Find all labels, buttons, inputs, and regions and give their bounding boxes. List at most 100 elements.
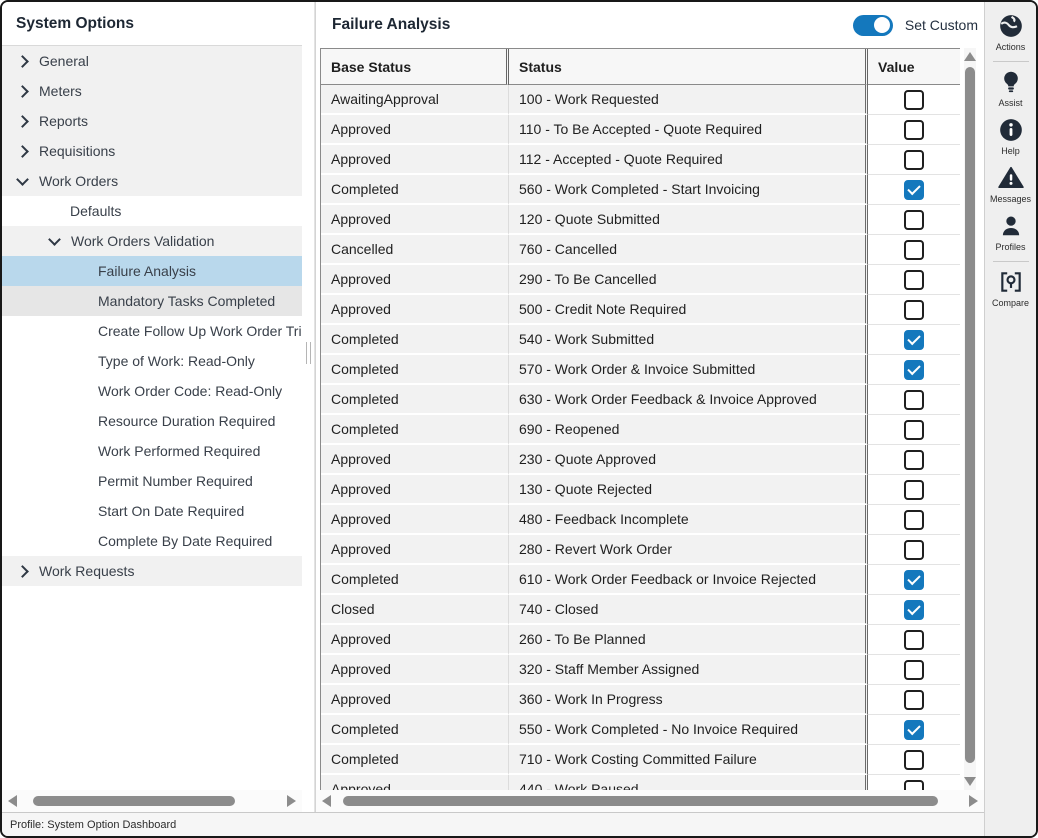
- scroll-up-icon[interactable]: [964, 52, 976, 61]
- value-cell: [868, 415, 960, 445]
- warning-icon: [998, 165, 1024, 191]
- base-status-cell: Approved: [321, 655, 509, 685]
- column-header-base-status[interactable]: Base Status: [321, 49, 509, 85]
- status-cell: 440 - Work Paused: [509, 775, 868, 790]
- value-checkbox[interactable]: [904, 600, 924, 620]
- tree-item-work-order-code-read-only[interactable]: Work Order Code: Read-Only: [2, 376, 302, 406]
- value-checkbox[interactable]: [904, 120, 924, 140]
- value-checkbox[interactable]: [904, 540, 924, 560]
- rail-assist[interactable]: Assist: [985, 66, 1036, 114]
- scroll-down-icon[interactable]: [964, 777, 976, 786]
- rail-help[interactable]: Help: [985, 114, 1036, 162]
- value-cell: [868, 535, 960, 565]
- rail-actions[interactable]: Actions: [985, 10, 1036, 58]
- base-status-cell: Completed: [321, 565, 509, 595]
- tree-item-label: Defaults: [70, 203, 121, 219]
- value-checkbox[interactable]: [904, 270, 924, 290]
- value-cell: [868, 745, 960, 775]
- tree-item-reports[interactable]: Reports: [2, 106, 302, 136]
- tree-item-complete-by-date-required[interactable]: Complete By Date Required: [2, 526, 302, 556]
- base-status-cell: Completed: [321, 355, 509, 385]
- value-checkbox[interactable]: [904, 180, 924, 200]
- person-icon: [998, 213, 1024, 239]
- base-status-cell: Approved: [321, 445, 509, 475]
- rail-messages[interactable]: Messages: [985, 162, 1036, 210]
- tree-item-work-performed-required[interactable]: Work Performed Required: [2, 436, 302, 466]
- tree-item-label: Create Follow Up Work Order Trigger: [98, 323, 302, 339]
- value-checkbox[interactable]: [904, 720, 924, 740]
- value-checkbox[interactable]: [904, 390, 924, 410]
- base-status-cell: Closed: [321, 595, 509, 625]
- sidebar-hscroll-track[interactable]: [23, 795, 281, 807]
- tree-item-work-requests[interactable]: Work Requests: [2, 556, 302, 586]
- scroll-right-icon[interactable]: [287, 795, 296, 807]
- value-checkbox[interactable]: [904, 90, 924, 110]
- table-hscroll-track[interactable]: [337, 795, 963, 807]
- failure-analysis-table: Base Status Status Value AwaitingApprova…: [320, 48, 960, 790]
- tree-item-label: Start On Date Required: [98, 503, 244, 519]
- tree-item-work-orders-validation[interactable]: Work Orders Validation: [2, 226, 302, 256]
- column-header-status[interactable]: Status: [509, 49, 868, 85]
- tree-item-work-orders[interactable]: Work Orders: [2, 166, 302, 196]
- vertical-scrollbar[interactable]: [964, 48, 976, 790]
- vertical-scrollbar-thumb[interactable]: [965, 67, 975, 763]
- value-checkbox[interactable]: [904, 420, 924, 440]
- tree-item-resource-duration-required[interactable]: Resource Duration Required: [2, 406, 302, 436]
- base-status-cell: Completed: [321, 325, 509, 355]
- tree-item-create-follow-up-work-order-trigger[interactable]: Create Follow Up Work Order Trigger: [2, 316, 302, 346]
- tree-item-mandatory-tasks-completed[interactable]: Mandatory Tasks Completed: [2, 286, 302, 316]
- scroll-left-icon[interactable]: [322, 795, 331, 807]
- pane-splitter[interactable]: [302, 2, 315, 812]
- tree-item-failure-analysis[interactable]: Failure Analysis: [2, 256, 302, 286]
- status-cell: 630 - Work Order Feedback & Invoice Appr…: [509, 385, 868, 415]
- sidebar-hscroll-thumb[interactable]: [33, 796, 234, 806]
- status-cell: 120 - Quote Submitted: [509, 205, 868, 235]
- value-checkbox[interactable]: [904, 240, 924, 260]
- value-checkbox[interactable]: [904, 480, 924, 500]
- value-cell: [868, 655, 960, 685]
- sidebar-horizontal-scrollbar[interactable]: [2, 790, 302, 812]
- tree-item-requisitions[interactable]: Requisitions: [2, 136, 302, 166]
- status-cell: 280 - Revert Work Order: [509, 535, 868, 565]
- base-status-cell: Approved: [321, 535, 509, 565]
- rail-compare[interactable]: Compare: [985, 266, 1036, 314]
- column-header-value[interactable]: Value: [868, 49, 960, 85]
- tree-item-permit-number-required[interactable]: Permit Number Required: [2, 466, 302, 496]
- value-checkbox[interactable]: [904, 750, 924, 770]
- tree-item-start-on-date-required[interactable]: Start On Date Required: [2, 496, 302, 526]
- value-checkbox[interactable]: [904, 300, 924, 320]
- status-cell: 100 - Work Requested: [509, 85, 868, 115]
- tree-item-meters[interactable]: Meters: [2, 76, 302, 106]
- value-checkbox[interactable]: [904, 690, 924, 710]
- value-checkbox[interactable]: [904, 150, 924, 170]
- value-checkbox[interactable]: [904, 210, 924, 230]
- value-checkbox[interactable]: [904, 780, 924, 791]
- table-hscroll-thumb[interactable]: [343, 796, 938, 806]
- status-cell: 230 - Quote Approved: [509, 445, 868, 475]
- base-status-cell: Approved: [321, 775, 509, 790]
- value-cell: [868, 235, 960, 265]
- tree-item-label: Type of Work: Read-Only: [98, 353, 255, 369]
- value-checkbox[interactable]: [904, 570, 924, 590]
- set-custom-toggle[interactable]: [853, 15, 893, 36]
- rail-profiles[interactable]: Profiles: [985, 210, 1036, 258]
- value-checkbox[interactable]: [904, 330, 924, 350]
- tree-item-general[interactable]: General: [2, 46, 302, 76]
- value-checkbox[interactable]: [904, 660, 924, 680]
- value-checkbox[interactable]: [904, 360, 924, 380]
- value-checkbox[interactable]: [904, 630, 924, 650]
- tree-item-defaults[interactable]: Defaults: [2, 196, 302, 226]
- rail-label: Actions: [996, 42, 1026, 52]
- base-status-cell: Approved: [321, 265, 509, 295]
- compare-icon: [998, 269, 1024, 295]
- value-cell: [868, 445, 960, 475]
- value-checkbox[interactable]: [904, 450, 924, 470]
- tree-item-type-of-work-read-only[interactable]: Type of Work: Read-Only: [2, 346, 302, 376]
- table-horizontal-scrollbar[interactable]: [316, 790, 984, 812]
- value-checkbox[interactable]: [904, 510, 924, 530]
- status-cell: 112 - Accepted - Quote Required: [509, 145, 868, 175]
- scroll-left-icon[interactable]: [8, 795, 17, 807]
- rail-label: Compare: [992, 298, 1029, 308]
- scroll-right-icon[interactable]: [969, 795, 978, 807]
- tree-item-label: Work Orders: [39, 173, 118, 189]
